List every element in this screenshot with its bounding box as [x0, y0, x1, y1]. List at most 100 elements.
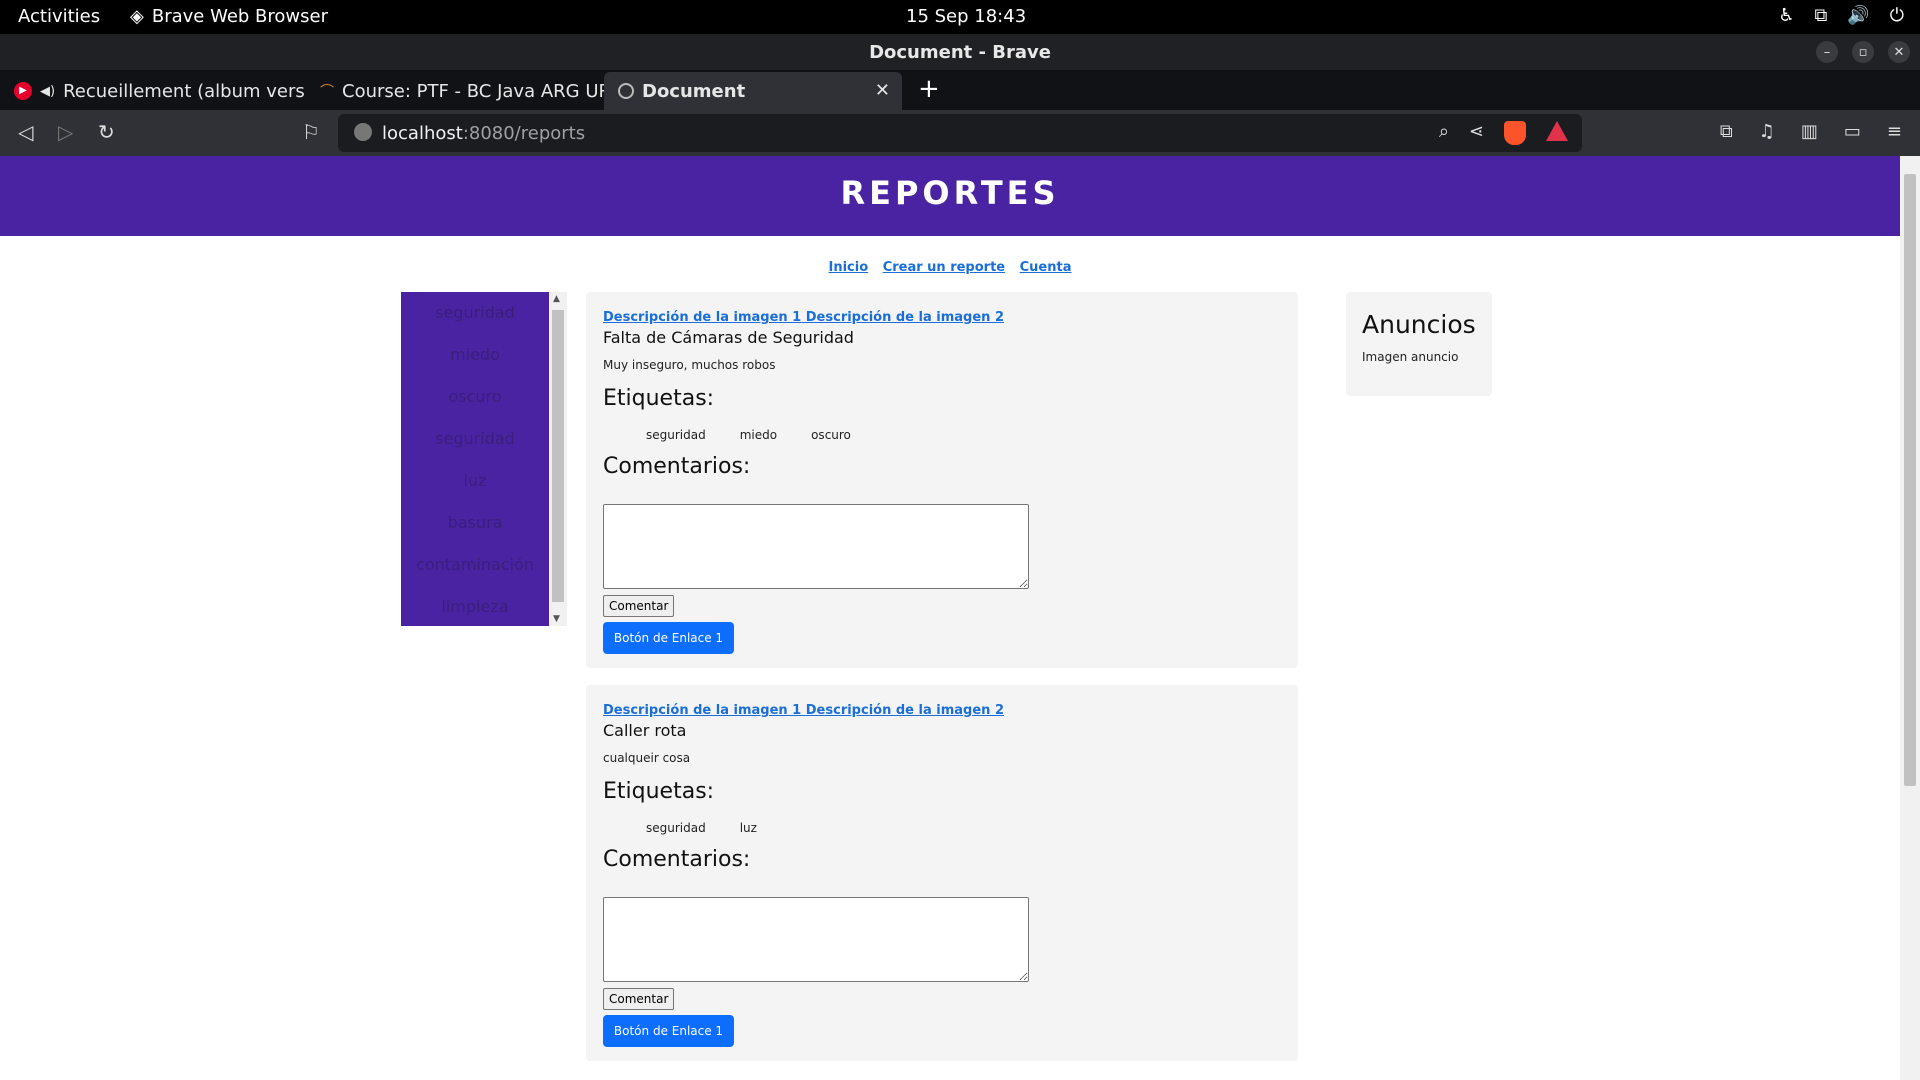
volume-icon[interactable]: 🔊 — [1847, 5, 1869, 26]
link-button[interactable]: Botón de Enlace 1 — [603, 1015, 734, 1047]
brave-rewards-icon[interactable] — [1546, 121, 1568, 141]
comments-heading: Comentarios: — [603, 454, 751, 479]
network-icon[interactable]: ⧉ — [1814, 5, 1827, 26]
tag: seguridad — [646, 821, 706, 835]
system-tray[interactable]: ♿ ⧉ 🔊 ⏻ — [1778, 5, 1904, 26]
speaker-icon[interactable]: ◀) — [40, 84, 55, 99]
sidebar-tag[interactable]: seguridad — [401, 292, 549, 334]
scroll-down-icon[interactable]: ▼ — [553, 614, 560, 624]
tab-document[interactable]: Document ✕ — [604, 72, 902, 110]
address-bar[interactable]: localhost:8080/reports ⌕ ⋖ — [338, 114, 1582, 152]
comment-textarea[interactable] — [603, 897, 1029, 982]
window-title-bar: Document - Brave – ▫ ✕ — [0, 34, 1920, 70]
ads-panel: Anuncios Imagen anuncio — [1346, 292, 1492, 396]
image-link-2[interactable]: Descripción de la imagen 2 — [806, 703, 1004, 718]
menu-icon[interactable]: ≡ — [1887, 121, 1902, 142]
sidebar-toggle-icon[interactable]: ▥ — [1801, 121, 1818, 142]
tab-label: Document — [642, 80, 746, 102]
url-text[interactable]: localhost:8080/reports — [382, 123, 585, 144]
sidebar-tag[interactable]: contaminación — [401, 544, 549, 586]
report-images: Descripción de la imagen 1 Descripción d… — [603, 703, 1004, 718]
tags-heading: Etiquetas: — [603, 779, 715, 804]
image-link-1[interactable]: Descripción de la imagen 1 — [603, 310, 801, 325]
page-title: REPORTES — [840, 174, 1060, 212]
window-title: Document - Brave — [869, 42, 1051, 63]
tag-list: seguridad miedo oscuro — [646, 428, 851, 442]
tab-label: Course: PTF - BC Java ARG UR — [342, 80, 604, 102]
page-header: REPORTES — [0, 156, 1900, 236]
sidebar-tag[interactable]: oscuro — [401, 376, 549, 418]
tab-course[interactable]: ⌒ Course: PTF - BC Java ARG UR — [306, 72, 604, 110]
app-menu[interactable]: ◈ Brave Web Browser — [130, 6, 328, 27]
brave-icon: ◈ — [130, 6, 144, 27]
sidebar-tag[interactable]: miedo — [401, 334, 549, 376]
sidebar-tag[interactable]: luz — [401, 460, 549, 502]
nav-link-cuenta[interactable]: Cuenta — [1020, 260, 1072, 275]
site-info-icon[interactable] — [354, 123, 372, 141]
report-title: Caller rota — [603, 721, 687, 740]
comment-button[interactable]: Comentar — [603, 988, 675, 1010]
system-top-bar: Activities ◈ Brave Web Browser 15 Sep 18… — [0, 0, 1920, 34]
tag-list[interactable]: seguridad miedo oscuro seguridad luz bas… — [401, 292, 549, 626]
tag: luz — [739, 821, 757, 835]
youtube-icon: ▶ — [14, 82, 32, 100]
activities-button[interactable]: Activities — [18, 6, 100, 27]
accessibility-icon[interactable]: ♿ — [1778, 5, 1794, 26]
wallet-icon[interactable]: ▭ — [1844, 121, 1861, 142]
tag: miedo — [739, 428, 778, 442]
report-description: cualqueir cosa — [603, 751, 691, 765]
page-scroll-thumb[interactable] — [1904, 174, 1916, 786]
new-tab-button[interactable]: + — [918, 74, 940, 104]
bookmark-icon[interactable]: ⚐ — [302, 120, 320, 144]
globe-icon — [618, 83, 634, 99]
report-card: Descripción de la imagen 1 Descripción d… — [586, 685, 1298, 1061]
zoom-icon[interactable]: ⌕ — [1439, 121, 1449, 145]
share-icon[interactable]: ⋖ — [1469, 121, 1484, 145]
close-window-button[interactable]: ✕ — [1888, 41, 1910, 63]
page-viewport: REPORTES Inicio Crear un reporte Cuenta … — [0, 156, 1900, 1080]
tab-recueillement[interactable]: ▶ ◀) Recueillement (album vers — [0, 72, 306, 110]
minimize-button[interactable]: – — [1816, 41, 1838, 63]
tab-label: Recueillement (album vers — [63, 80, 305, 102]
scroll-up-icon[interactable]: ▲ — [553, 294, 560, 304]
report-title: Falta de Cámaras de Seguridad — [603, 328, 854, 347]
tag: oscuro — [811, 428, 851, 442]
comment-textarea[interactable] — [603, 504, 1029, 589]
report-images: Descripción de la imagen 1 Descripción d… — [603, 310, 1004, 325]
brave-shields-icon[interactable] — [1504, 121, 1526, 145]
scroll-thumb[interactable] — [552, 310, 564, 602]
tags-heading: Etiquetas: — [603, 386, 715, 411]
report-description: Muy inseguro, muchos robos — [603, 358, 776, 372]
tab-strip: ▶ ◀) Recueillement (album vers ⌒ Course:… — [0, 70, 1920, 110]
sidebar-tag[interactable]: basura — [401, 502, 549, 544]
media-icon[interactable]: ♫ — [1759, 121, 1775, 142]
clock[interactable]: 15 Sep 18:43 — [906, 6, 1026, 27]
ads-heading: Anuncios — [1362, 310, 1476, 339]
forward-icon[interactable]: ▷ — [58, 120, 73, 144]
top-nav: Inicio Crear un reporte Cuenta — [0, 260, 1900, 275]
comment-button[interactable]: Comentar — [603, 595, 675, 617]
tag-sidebar: seguridad miedo oscuro seguridad luz bas… — [401, 292, 567, 626]
image-link-1[interactable]: Descripción de la imagen 1 — [603, 703, 801, 718]
report-card: Descripción de la imagen 1 Descripción d… — [586, 292, 1298, 668]
close-tab-icon[interactable]: ✕ — [875, 80, 890, 101]
browser-toolbar: ◁ ▷ ↻ ⚐ localhost:8080/reports ⌕ ⋖ ⧉ ♫ ▥… — [0, 110, 1920, 156]
ad-image[interactable]: Imagen anuncio — [1362, 350, 1458, 364]
maximize-button[interactable]: ▫ — [1852, 41, 1874, 63]
nav-link-inicio[interactable]: Inicio — [829, 260, 869, 275]
sidebar-tag[interactable]: limpieza — [401, 586, 549, 626]
course-icon: ⌒ — [320, 84, 334, 100]
back-icon[interactable]: ◁ — [18, 120, 33, 144]
sidebar-scrollbar[interactable]: ▲ ▼ — [549, 292, 567, 626]
app-name: Brave Web Browser — [151, 6, 328, 27]
power-icon[interactable]: ⏻ — [1890, 5, 1904, 26]
link-button[interactable]: Botón de Enlace 1 — [603, 622, 734, 654]
nav-link-crear-reporte[interactable]: Crear un reporte — [883, 260, 1005, 275]
tag: seguridad — [646, 428, 706, 442]
reload-icon[interactable]: ↻ — [98, 120, 115, 144]
page-scrollbar[interactable] — [1900, 156, 1920, 1080]
image-link-2[interactable]: Descripción de la imagen 2 — [806, 310, 1004, 325]
extensions-icon[interactable]: ⧉ — [1720, 121, 1733, 142]
comments-heading: Comentarios: — [603, 847, 751, 872]
sidebar-tag[interactable]: seguridad — [401, 418, 549, 460]
